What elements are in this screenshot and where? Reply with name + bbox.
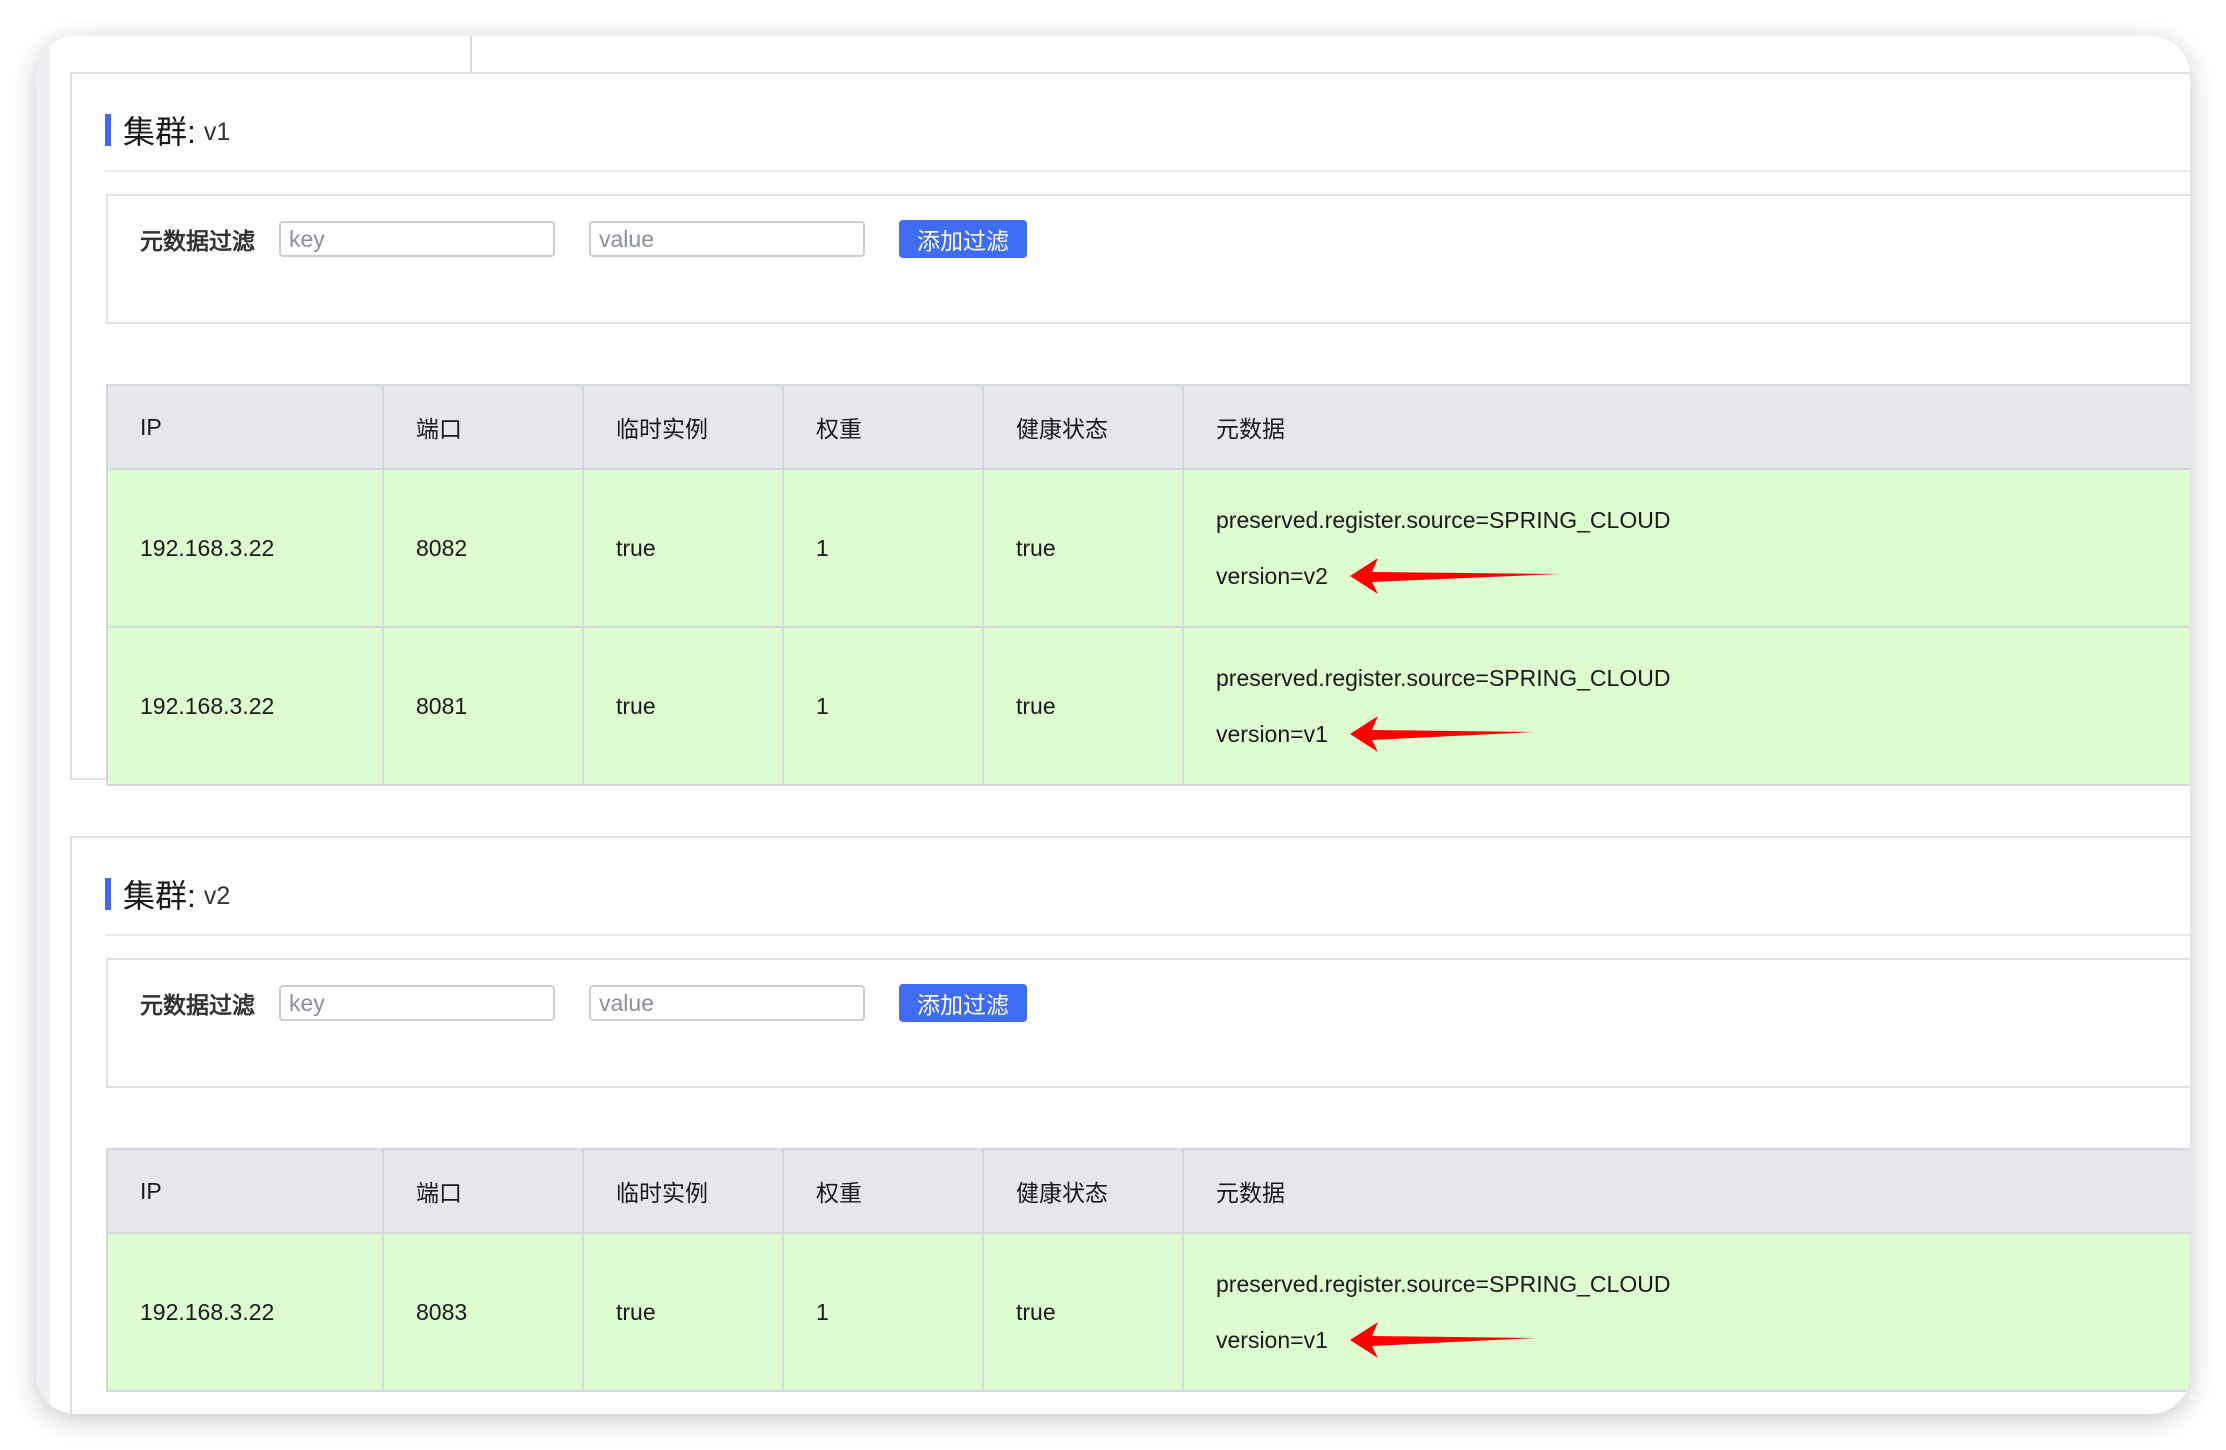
metadata-text: preserved.register.source=SPRING_CLOUD [1216, 1270, 1671, 1297]
metadata-line: version=v1 [1216, 706, 2190, 762]
cell-ip: 192.168.3.22 [106, 1232, 384, 1392]
instance-table: IP 端口 临时实例 权重 健康状态 元数据 192.168.3.22 8083… [106, 1148, 2190, 1392]
table-header-row: IP 端口 临时实例 权重 健康状态 元数据 [106, 1148, 2190, 1234]
column-header-healthy: 健康状态 [982, 1148, 1184, 1234]
cell-port: 8083 [382, 1232, 584, 1392]
metadata-line: version=v1 [1216, 1312, 2190, 1368]
title-divider [105, 934, 2190, 936]
column-header-ephemeral: 临时实例 [582, 384, 784, 470]
title-accent-bar [105, 878, 111, 910]
column-header-ip: IP [106, 1148, 384, 1234]
filter-value-input[interactable] [589, 221, 865, 257]
red-arrow-icon [1349, 716, 1534, 752]
filter-row: 元数据过滤 添加过滤 [140, 220, 1027, 258]
filter-label: 元数据过滤 [140, 992, 255, 1018]
column-header-metadata: 元数据 [1182, 384, 2190, 470]
table-row: 192.168.3.22 8083 true 1 true preserved.… [106, 1232, 2190, 1392]
cluster-label: 集群: [123, 114, 196, 150]
cell-ephemeral: true [582, 468, 784, 628]
cell-ip: 192.168.3.22 [106, 626, 384, 786]
metadata-text: preserved.register.source=SPRING_CLOUD [1216, 664, 1671, 691]
cell-metadata: preserved.register.source=SPRING_CLOUD v… [1182, 626, 2190, 786]
column-header-ephemeral: 临时实例 [582, 1148, 784, 1234]
metadata-line: preserved.register.source=SPRING_CLOUD [1216, 492, 2190, 548]
left-sidebar-edge [36, 36, 50, 1414]
filter-key-input[interactable] [279, 221, 555, 257]
cluster-panel-v1: 集群: v1 元数据过滤 添加过滤 IP 端口 临时实例 权重 [70, 72, 2190, 786]
cell-weight: 1 [782, 626, 984, 786]
metadata-filter-box: 元数据过滤 添加过滤 [106, 958, 2190, 1088]
cluster-name: v1 [203, 117, 231, 146]
title-accent-bar [105, 114, 111, 146]
red-arrow-icon [1349, 1322, 1536, 1358]
cluster-panel-v2: 集群: v2 元数据过滤 添加过滤 IP 端口 临时实例 权重 [70, 836, 2190, 1414]
cell-ephemeral: true [582, 1232, 784, 1392]
cell-healthy: true [982, 626, 1184, 786]
metadata-text: preserved.register.source=SPRING_CLOUD [1216, 506, 1671, 533]
metadata-text: version=v1 [1216, 1326, 1328, 1353]
cluster-name: v2 [203, 881, 231, 910]
metadata-line: preserved.register.source=SPRING_CLOUD [1216, 1256, 2190, 1312]
column-header-port: 端口 [382, 1148, 584, 1234]
cell-metadata: preserved.register.source=SPRING_CLOUD v… [1182, 1232, 2190, 1392]
column-header-metadata: 元数据 [1182, 1148, 2190, 1234]
cell-healthy: true [982, 1232, 1184, 1392]
add-filter-button[interactable]: 添加过滤 [899, 984, 1027, 1022]
filter-row: 元数据过滤 添加过滤 [140, 984, 1027, 1022]
column-header-weight: 权重 [782, 1148, 984, 1234]
table-header-row: IP 端口 临时实例 权重 健康状态 元数据 [106, 384, 2190, 470]
cluster-label: 集群: [123, 878, 196, 914]
cell-port: 8082 [382, 468, 584, 628]
add-filter-button[interactable]: 添加过滤 [899, 220, 1027, 258]
cell-healthy: true [982, 468, 1184, 628]
filter-value-input[interactable] [589, 985, 865, 1021]
cell-port: 8081 [382, 626, 584, 786]
cell-ip: 192.168.3.22 [106, 468, 384, 628]
table-row: 192.168.3.22 8082 true 1 true preserved.… [106, 468, 2190, 628]
metadata-text: version=v2 [1216, 562, 1328, 589]
cell-metadata: preserved.register.source=SPRING_CLOUD v… [1182, 468, 2190, 628]
cluster-title: 集群: v2 [105, 876, 231, 914]
red-arrow-icon [1349, 558, 1560, 594]
column-header-healthy: 健康状态 [982, 384, 1184, 470]
metadata-line: preserved.register.source=SPRING_CLOUD [1216, 650, 2190, 706]
filter-key-input[interactable] [279, 985, 555, 1021]
column-header-port: 端口 [382, 384, 584, 470]
cell-ephemeral: true [582, 626, 784, 786]
instance-table: IP 端口 临时实例 权重 健康状态 元数据 192.168.3.22 8082… [106, 384, 2190, 786]
metadata-text: version=v1 [1216, 720, 1328, 747]
app-window: 集群: v1 元数据过滤 添加过滤 IP 端口 临时实例 权重 [36, 36, 2190, 1414]
column-header-weight: 权重 [782, 384, 984, 470]
metadata-line: version=v2 [1216, 548, 2190, 604]
title-divider [105, 170, 2190, 172]
metadata-filter-box: 元数据过滤 添加过滤 [106, 194, 2190, 324]
table-row: 192.168.3.22 8081 true 1 true preserved.… [106, 626, 2190, 786]
column-header-ip: IP [106, 384, 384, 470]
cell-weight: 1 [782, 468, 984, 628]
cell-weight: 1 [782, 1232, 984, 1392]
cluster-title: 集群: v1 [105, 112, 231, 150]
filter-label: 元数据过滤 [140, 228, 255, 254]
